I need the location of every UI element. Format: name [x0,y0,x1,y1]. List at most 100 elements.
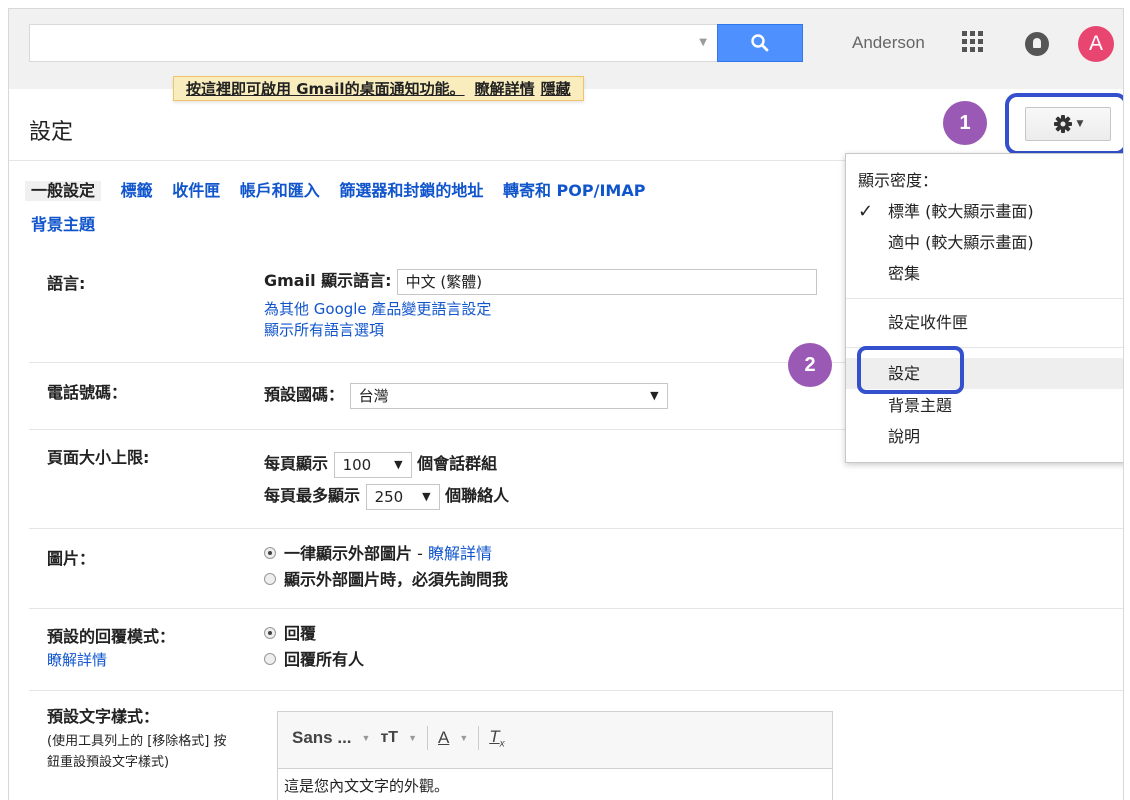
search-input[interactable]: ▼ [29,24,717,62]
contacts-per-page-value: 250 [374,487,404,506]
menu-divider [846,298,1123,299]
tab-forwarding-pop-imap[interactable]: 轉寄和 POP/IMAP [503,181,645,201]
chevron-down-icon: ▼ [1076,119,1084,129]
step-1-badge: 1 [943,101,987,145]
reply-text: 回覆 [284,624,317,643]
chevron-down-icon: ▼ [408,733,417,743]
search-button[interactable] [717,24,803,62]
notifications-bell-icon[interactable] [1025,32,1049,56]
menu-item-themes[interactable]: 背景主題 [846,390,1123,421]
desktop-notification-banner: 按這裡即可啟用 Gmail的桌面通知功能。 瞭解詳情 隱藏 [173,76,584,101]
contacts-suffix: 個聯絡人 [445,486,510,505]
reply-row: 預設的回覆模式： 瞭解詳情 回覆 回覆所有人 [29,609,1123,691]
menu-item-help[interactable]: 說明 [846,421,1123,452]
density-compact[interactable]: 密集 [846,258,1123,289]
step-2-badge: 2 [788,343,832,387]
banner-enable-text[interactable]: 按這裡即可啟用 Gmail的桌面通知功能。 [186,78,465,99]
chevron-down-icon: ▼ [361,733,371,743]
page-size-label: 頁面大小上限: [47,448,150,467]
density-comfortable-label: 標準 (較大顯示畫面) [888,202,1034,221]
font-size-icon[interactable]: ᴛT [380,729,398,747]
banner-learn-more-link[interactable]: 瞭解詳情 [475,78,535,99]
banner-hide-link[interactable]: 隱藏 [541,78,571,99]
ask-before-images-option[interactable]: 顯示外部圖片時，必須先詢問我 [264,567,508,593]
reply-radio[interactable] [264,626,276,639]
remove-formatting-icon[interactable]: Tx [489,727,504,749]
display-density-header: 顯示密度： [858,171,939,190]
reply-learn-more-link[interactable]: 瞭解詳情 [47,649,107,670]
themes-label: 背景主題 [888,396,953,415]
dropdown-arrow-icon: ▼ [394,457,403,471]
checkmark-icon: ✓ [858,201,874,222]
other-products-language-link[interactable]: 為其他 Google 產品變更語言設定 [264,298,817,319]
user-name[interactable]: Anderson [852,33,925,53]
always-show-images-text: 一律顯示外部圖片 [284,544,413,563]
country-code-label: 預設國碼： [264,385,345,404]
search-options-arrow-icon[interactable]: ▼ [699,37,707,48]
conversations-per-page-select[interactable]: 100 ▼ [333,451,412,478]
settings-gear-button[interactable]: ▼ [1025,107,1111,141]
settings-tabs: 一般設定 標籤 收件匣 帳戶和匯入 篩選器和封鎖的地址 轉寄和 POP/IMAP… [25,181,851,235]
text-style-editor: Sans ... ▼ ᴛT ▼ A ▼ Tx 這是您內文文字的外觀。 [277,711,833,800]
editor-toolbar: Sans ... ▼ ᴛT ▼ A ▼ Tx [278,712,832,764]
images-learn-more-link[interactable]: 瞭解詳情 [428,544,492,563]
tab-filters-blocked[interactable]: 篩選器和封鎖的地址 [339,181,483,201]
text-color-icon[interactable]: A [438,728,449,748]
country-code-value: 台灣 [358,386,389,405]
apps-grid-icon[interactable] [962,31,984,53]
page-size-value-group: 每頁顯示 100 ▼ 個會話群組 每頁最多顯示 250 ▼ 個聯絡人 [264,448,509,512]
always-show-images-radio[interactable] [264,546,276,559]
tab-themes[interactable]: 背景主題 [31,215,837,235]
menu-item-configure-inbox[interactable]: 設定收件匣 [846,307,1123,338]
search-icon [751,34,769,52]
show-all-languages-link[interactable]: 顯示所有語言選項 [264,319,817,340]
option-separator: - [412,544,428,563]
reply-option[interactable]: 回覆 [264,621,364,647]
text-style-label: 預設文字樣式： [47,707,160,726]
density-compact-label: 密集 [888,264,921,283]
contacts-per-page-select[interactable]: 250 ▼ [365,483,440,510]
reply-value-group: 回覆 回覆所有人 [264,621,364,673]
conversations-per-page: 每頁顯示 100 ▼ 個會話群組 [264,448,509,480]
ask-before-images-radio[interactable] [264,572,276,585]
tab-labels[interactable]: 標籤 [121,181,153,201]
configure-inbox-label: 設定收件匣 [888,313,969,332]
font-family-select[interactable]: Sans ... [292,728,352,748]
country-code-select[interactable]: 台灣 ▼ [349,382,668,409]
images-label: 圖片： [47,549,96,568]
always-show-images-option[interactable]: 一律顯示外部圖片 - 瞭解詳情 [264,541,508,567]
tab-accounts-import[interactable]: 帳戶和匯入 [240,181,320,201]
tab-inbox[interactable]: 收件匣 [172,181,220,201]
display-language-value: 中文 (繁體) [405,272,483,291]
density-cozy[interactable]: 適中 (較大顯示畫面) [846,227,1123,258]
settings-highlight-box [857,346,964,394]
avatar[interactable]: A [1078,26,1114,62]
divider [478,726,480,750]
reply-label: 預設的回覆模式： [47,627,176,646]
text-style-preview[interactable]: 這是您內文文字的外觀。 [278,768,832,800]
display-language-select[interactable]: 中文 (繁體) [396,268,817,295]
tab-general[interactable]: 一般設定 [25,181,102,201]
display-language-label: Gmail 顯示語言: [264,271,392,290]
conversations-prefix: 每頁顯示 [264,454,329,473]
gmail-window: ▼ Anderson A 按這裡即可啟用 Gmail的桌面通知功能。 瞭解詳情 … [8,8,1124,800]
conversations-suffix: 個會話群組 [417,454,498,473]
divider [426,726,428,750]
gear-icon [1053,115,1072,133]
reply-all-option[interactable]: 回覆所有人 [264,647,364,673]
phone-label: 電話號碼： [47,383,128,402]
dropdown-arrow-icon: ▼ [422,489,431,503]
conversations-per-page-value: 100 [342,455,372,474]
gear-dropdown-menu: 顯示密度： ✓ 標準 (較大顯示畫面) 適中 (較大顯示畫面) 密集 設定收件匣 … [845,153,1123,463]
density-cozy-label: 適中 (較大顯示畫面) [888,233,1034,252]
chevron-down-icon: ▼ [459,733,469,743]
images-value-group: 一律顯示外部圖片 - 瞭解詳情 顯示外部圖片時，必須先詢問我 [264,541,508,593]
images-row: 圖片： 一律顯示外部圖片 - 瞭解詳情 顯示外部圖片時，必須先詢問我 [29,529,1123,609]
page-title: 設定 [29,120,74,145]
dropdown-arrow-icon: ▼ [650,388,659,402]
phone-value-group: 預設國碼： 台灣 ▼ [264,381,668,409]
reply-all-radio[interactable] [264,652,276,665]
density-comfortable[interactable]: ✓ 標準 (較大顯示畫面) [846,196,1123,227]
language-value-group: Gmail 顯示語言: 中文 (繁體) 為其他 Google 產品變更語言設定 … [264,267,817,340]
contacts-prefix: 每頁最多顯示 [264,486,361,505]
